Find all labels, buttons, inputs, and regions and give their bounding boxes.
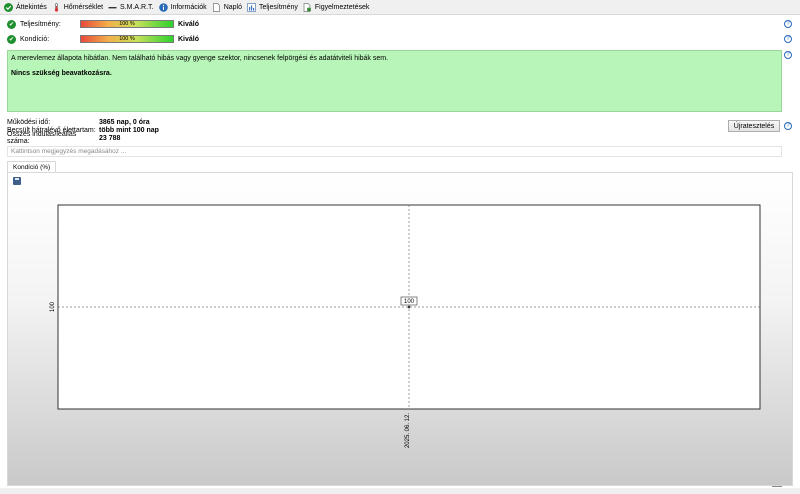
warnings-document-icon — [303, 2, 312, 12]
overview-panel: ✔ Teljesítmény: 100 % Kiváló ? ✔ Kondíci… — [0, 14, 800, 492]
performance-bar-text: 100 % — [119, 21, 135, 27]
help-icon[interactable]: ? — [784, 51, 792, 59]
help-icon[interactable]: ? — [784, 35, 792, 43]
tab-label: Napló — [223, 3, 242, 11]
condition-progress-bar: 100 % — [80, 35, 174, 43]
bottom-strip — [0, 488, 800, 494]
condition-chart: 100 100 2025. 06. 12. — [50, 204, 761, 448]
resize-grip[interactable] — [772, 486, 782, 487]
thermometer-icon — [52, 2, 61, 12]
status-message: A merevlemez állapota hibátlan. Nem talá… — [11, 55, 389, 62]
condition-status-row: ✔ Kondíció: 100 % Kiváló — [7, 33, 199, 45]
ok-check-icon: ✔ — [7, 19, 16, 29]
tab-temperature[interactable]: Hőmérséklet — [52, 1, 103, 13]
status-message-box: A merevlemez állapota hibátlan. Nem talá… — [7, 50, 782, 112]
lifetime-value: több mint 100 nap — [99, 126, 159, 134]
condition-rating: Kiváló — [178, 35, 200, 43]
info-icon — [158, 2, 168, 12]
uptime-label: Működési idő: — [7, 118, 51, 126]
tab-label: Áttekintés — [16, 3, 47, 11]
tab-information[interactable]: Információk — [158, 1, 207, 13]
starts-label: Összes indulás/leállás száma: — [7, 131, 77, 145]
performance-label: Teljesítmény: — [20, 20, 61, 28]
y-tick-label: 100 — [50, 301, 56, 312]
tab-condition-chart[interactable]: Kondíció (%) — [7, 161, 57, 172]
tab-smart[interactable]: S.M.A.R.T. — [108, 1, 154, 13]
tab-overview[interactable]: Áttekintés — [4, 1, 47, 13]
performance-rating: Kiváló — [178, 20, 200, 28]
tab-label: Figyelmeztetések — [314, 3, 370, 11]
tab-warnings[interactable]: Figyelmeztetések — [303, 1, 369, 13]
tab-label: S.M.A.R.T. — [120, 3, 154, 11]
x-tick-label: 2025. 06. 12. — [405, 413, 411, 448]
uptime-value: 3865 nap, 0 óra — [99, 118, 150, 126]
starts-value: 23 788 — [99, 134, 121, 142]
tab-bar: Áttekintés Hőmérséklet S.M.A.R.T. Inform… — [0, 0, 800, 14]
data-point — [407, 305, 411, 309]
tab-performance[interactable]: Teljesítmény — [247, 1, 298, 13]
retest-button[interactable]: Újratesztelés — [728, 120, 780, 132]
tab-log[interactable]: Napló — [212, 1, 242, 13]
document-icon — [212, 2, 221, 12]
tab-label: Hőmérséklet — [63, 3, 104, 11]
note-input[interactable]: Kattintson megjegyzés megadásához ... — [7, 146, 782, 157]
stats-block: Működési idő: 3865 nap, 0 óra Becsült há… — [7, 118, 159, 146]
condition-chart-area: 100 100 2025. 06. 12. — [7, 172, 793, 486]
dash-icon — [108, 3, 117, 12]
status-action: Nincs szükség beavatkozásra. — [11, 70, 112, 77]
tab-label: Teljesítmény — [258, 3, 298, 11]
condition-bar-text: 100 % — [119, 36, 135, 42]
help-icon[interactable]: ? — [784, 122, 792, 130]
data-label: 100 — [404, 299, 415, 305]
check-circle-icon — [4, 2, 13, 12]
performance-chart-icon — [247, 2, 256, 12]
performance-status-row: ✔ Teljesítmény: 100 % Kiváló — [7, 18, 199, 30]
performance-progress-bar: 100 % — [80, 20, 174, 28]
help-icon[interactable]: ? — [784, 20, 792, 28]
condition-label: Kondíció: — [20, 35, 50, 43]
tab-label: Információk — [170, 3, 207, 11]
ok-check-icon: ✔ — [7, 34, 16, 44]
